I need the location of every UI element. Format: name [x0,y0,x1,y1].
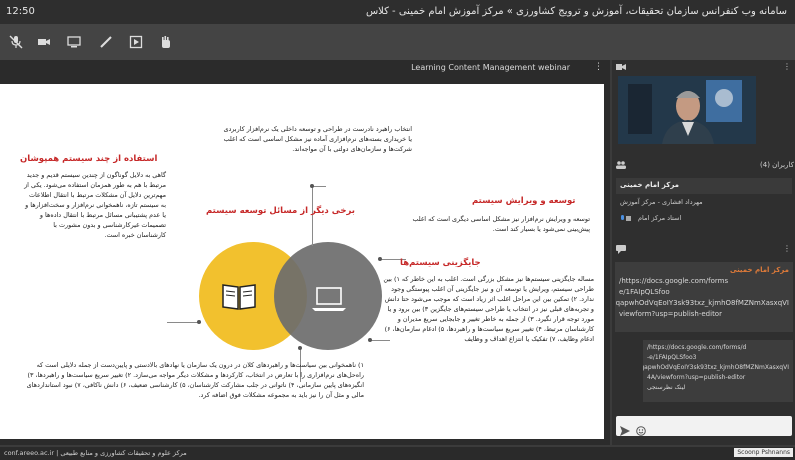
people-panel: کاربران (4) مرکز امام خمینی مهرداد افشار… [612,160,795,240]
top-text-block: انتخاب راهبرد نادرست در طراحی و توسعه دا… [223,125,412,153]
toolbar [0,24,795,60]
participant-name: مرکز امام خمینی [620,181,680,189]
document-title: Learning Content Management webinar [411,63,570,72]
connector-line [167,322,201,323]
book-icon [221,281,257,315]
connector-dot [310,184,314,188]
right-heading-development: توسعه و ویرایش سیستم [472,196,576,206]
slide: برخی دیگر از مسائل توسعه سیستم انتخاب را… [0,84,604,439]
window-title: سامانه وب کنفرانس سازمان تحقیقات، آموزش … [365,6,787,17]
chat-panel: ⋮ مرکز امام خمینی https://docs.google.co… [612,244,795,444]
mic-muted-icon[interactable] [6,32,26,52]
mic-icon [620,215,632,225]
people-count: کاربران (4) [760,161,794,169]
title-bar: 12:50 سامانه وب کنفرانس سازمان تحقیقات، … [0,0,795,24]
participant-name: استاد مرکز امام [638,214,682,222]
chat-message-line: 4A/viewform?usp=publish-editor [647,374,746,381]
media-icon[interactable] [126,32,146,52]
status-bar: conf.areeo.ac.ir | مرکز علوم و تحقیقات ک… [0,447,795,460]
connector-dot [197,320,201,324]
brand-badge: Scoonp Pshnanns [734,448,793,457]
pen-icon[interactable] [96,32,116,52]
emoji-icon[interactable] [636,421,646,440]
participant-name: مهرداد افشاری - مرکز آموزش [620,198,703,206]
connector-line [312,186,326,187]
chat-message: https://docs.google.com/forms/d/ e/1FAIp… [643,340,793,402]
status-url: conf.areeo.ac.ir | مرکز علوم و تحقیقات ک… [4,449,187,457]
center-label: برخی دیگر از مسائل توسعه سیستم [206,206,355,216]
chat-sender: مرکز امام خمینی [729,266,789,274]
connector-dot [378,257,382,261]
chat-message-line: viewform?usp=publish-editor [619,310,722,318]
right-heading-replacement: جایگزینی سیستم‌ها [400,258,481,268]
video-header: ⋮ [612,62,795,76]
screen-share-icon[interactable] [64,32,84,52]
presentation-panel: Learning Content Management webinar ⋮ بر… [0,60,610,445]
left-heading: استفاده از چند سیستم همپوشان [20,154,158,164]
camera-icon[interactable] [34,32,54,52]
send-icon[interactable] [620,421,630,440]
chat-menu-icon[interactable]: ⋮ [783,244,791,253]
chat-message-line: https://docs.google.com/forms/ [619,277,729,285]
connector-line [312,186,313,246]
right-column: ⋮ کاربران (4) مرکز امام خمینی مهرداد افش… [612,60,795,445]
chat-message-line: لینک نظرسنجی [647,384,686,391]
participant-item[interactable]: مهرداد افشاری - مرکز آموزش [616,196,792,210]
people-header: کاربران (4) [612,160,795,174]
chat-input[interactable] [616,416,792,436]
raise-hand-icon[interactable] [156,32,176,52]
video-menu-icon[interactable]: ⋮ [783,62,791,71]
users-icon [616,161,626,171]
left-text-block: گاهی به دلایل گوناگون از چندین سیستم قدی… [24,171,166,239]
chat-message-line: e/1FAIpQLSfoo3- [647,354,697,361]
presentation-header: Learning Content Management webinar ⋮ [0,60,610,76]
clock: 12:50 [6,6,35,17]
laptop-icon [311,286,347,316]
video-feed [618,76,756,144]
chat-header: ⋮ [612,244,795,258]
chat-message-line: e/1FAIpQLSfoo [619,288,670,296]
connector-dot [298,346,302,350]
right-text-replacement: مساله جایگزینی سیستم‌ها نیز مشکل بزرگی ا… [383,275,594,343]
chat-message-line: qapwhOdVqEoIY3sk93txz_kjmhO8fMZNmXasxqVI [643,364,789,371]
chat-message-line: qapwhOdVqEoIY3sk93txz_kjmhO8fMZNmXasxqVI [615,299,789,307]
chat-message-line: https://docs.google.com/forms/d/ [647,344,747,351]
more-options-icon[interactable]: ⋮ [594,62,604,72]
participant-item[interactable]: مرکز امام خمینی [616,178,792,194]
chat-icon [616,245,626,256]
presenter-video [618,76,756,144]
chat-message: مرکز امام خمینی https://docs.google.com/… [615,262,793,332]
right-text-development: توسعه و ویرایش نرم‌افزار نیز مشکل اساسی … [412,215,590,233]
webinar-window: 12:50 سامانه وب کنفرانس سازمان تحقیقات، … [0,0,795,460]
bottom-text-block: ۱) ناهمخوانی بین سیاست‌ها و راهبردهای کل… [26,361,364,399]
participant-item[interactable]: استاد مرکز امام [616,212,792,226]
connector-dot [368,338,372,342]
camera-icon [616,63,626,73]
